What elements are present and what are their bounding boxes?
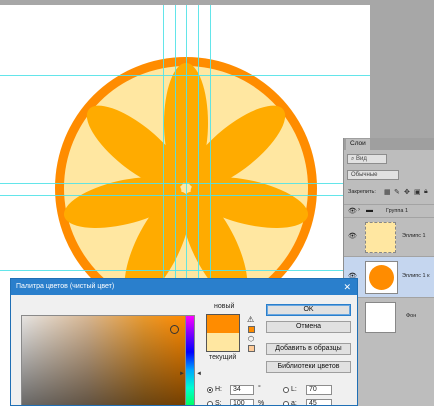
folder-icon: ▬ <box>366 207 373 214</box>
lightness-label: L: <box>291 386 297 393</box>
blend-mode-select[interactable]: Обычные <box>347 170 399 180</box>
lock-label: Закрепить: <box>348 189 376 195</box>
web-safe-warning-icon[interactable]: ⬡ <box>248 335 254 343</box>
lock-transparent-icon[interactable]: ▦ <box>384 188 391 196</box>
color-field[interactable] <box>21 315 186 405</box>
a-channel-input[interactable]: 45 <box>306 399 332 405</box>
filter-kind-label: Вид <box>356 156 367 162</box>
hue-label: H: <box>215 386 222 393</box>
current-color-swatch[interactable] <box>206 333 240 352</box>
panel-tabbar: Слои <box>344 138 434 150</box>
saturation-label: S: <box>215 400 222 406</box>
layer-thumbnail <box>365 302 396 333</box>
lock-position-icon[interactable]: ✥ <box>404 188 410 196</box>
ellipse-thumbnail-shape <box>369 265 394 290</box>
lock-all-icon[interactable]: 🔒︎ <box>424 188 428 196</box>
hue-slider-arrow-right[interactable]: ◄ <box>196 371 202 377</box>
visibility-eye-icon[interactable]: 👁︎ <box>348 207 357 215</box>
close-icon[interactable]: ✕ <box>343 279 351 295</box>
add-to-swatches-button[interactable]: Добавить в образцы <box>266 343 351 355</box>
current-color-label: текущий <box>209 354 237 361</box>
guide-line[interactable] <box>0 75 370 76</box>
a-channel-radio[interactable] <box>283 401 289 405</box>
lock-artboard-icon[interactable]: ▣ <box>414 188 421 196</box>
layer-filter-kind[interactable]: ⌕ Вид <box>347 154 387 164</box>
new-color-swatch <box>206 314 240 333</box>
dialog-titlebar[interactable]: Палитра цветов (чистый цвет) ✕ <box>11 279 357 295</box>
dialog-title: Палитра цветов (чистый цвет) <box>16 283 115 290</box>
layer-row-group[interactable]: 👁︎ › ▬ Группа 1 <box>344 204 434 217</box>
color-picker-dialog: Палитра цветов (чистый цвет) ✕ ► ◄ новый… <box>10 278 358 406</box>
hue-slider-arrow-left[interactable]: ► <box>179 371 185 377</box>
saturation-input[interactable]: 100 <box>230 399 254 405</box>
lightness-radio[interactable] <box>283 387 289 393</box>
lightness-input[interactable]: 70 <box>306 385 332 395</box>
chevron-right-icon[interactable]: › <box>358 207 360 213</box>
layer-name: Группа 1 <box>386 208 409 214</box>
blend-mode-value: Обычные <box>351 172 378 178</box>
hue-slider[interactable] <box>185 315 195 405</box>
web-color-cube-icon[interactable] <box>248 345 255 352</box>
saturation-unit: % <box>258 400 265 406</box>
new-color-label: новый <box>214 303 235 310</box>
color-libraries-button[interactable]: Библиотеки цветов <box>266 361 351 373</box>
hue-radio[interactable] <box>207 387 213 393</box>
layer-thumbnail <box>365 222 396 253</box>
layer-thumbnail <box>365 261 398 294</box>
hue-unit: ° <box>258 385 261 392</box>
tab-layers[interactable]: Слои <box>346 139 370 150</box>
visibility-eye-icon[interactable]: 👁︎ <box>348 232 357 240</box>
cancel-button[interactable]: Отмена <box>266 321 351 333</box>
hue-input[interactable]: 34 <box>230 385 254 395</box>
color-sample-marker[interactable] <box>170 325 179 334</box>
layer-name: Эллипс 1 к <box>402 273 430 279</box>
saturation-radio[interactable] <box>207 401 213 405</box>
ok-button[interactable]: OK <box>266 304 351 316</box>
a-channel-label: a: <box>291 400 297 406</box>
layer-name: Эллипс 1 <box>402 233 426 239</box>
layer-row[interactable]: 👁︎ Эллипс 1 <box>344 217 434 256</box>
guide-line[interactable] <box>0 270 370 271</box>
lock-pixels-icon[interactable]: ✎ <box>394 188 400 196</box>
out-of-gamut-warning-icon[interactable]: ⚠ <box>247 315 254 324</box>
guide-line[interactable] <box>0 183 370 184</box>
layer-name: Фон <box>406 313 417 319</box>
gamut-color-cube-icon[interactable] <box>248 326 255 333</box>
guide-line[interactable] <box>0 195 370 196</box>
